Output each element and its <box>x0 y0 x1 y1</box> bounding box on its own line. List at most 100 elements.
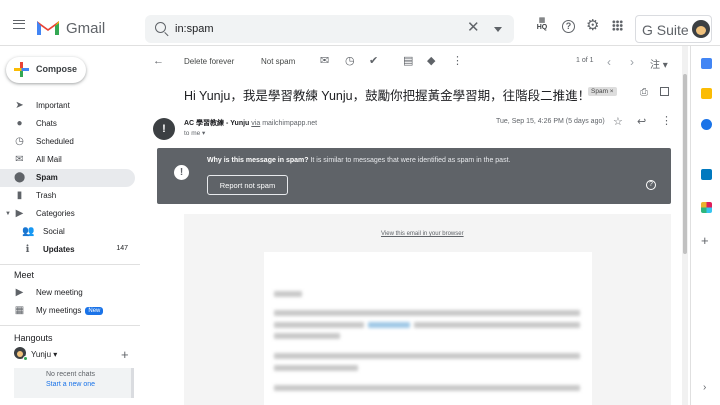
no-chats-text: No recent chats <box>46 371 96 378</box>
sidebar-item-label: Scheduled <box>36 137 74 146</box>
spam-reason: Why is this message in spam? It is simil… <box>207 157 510 164</box>
hangouts-user[interactable]: Yunju ▾ <box>31 350 57 359</box>
help-icon[interactable]: ? <box>562 20 575 33</box>
label-tag-icon[interactable]: ◆ <box>427 56 435 67</box>
avatar[interactable] <box>692 20 710 38</box>
app-name[interactable]: Gmail <box>66 20 105 37</box>
report-not-spam-button[interactable]: Report not spam <box>207 175 288 195</box>
chat-icon: ● <box>16 118 23 129</box>
warning-icon: ! <box>174 165 189 180</box>
video-camera-icon: ▶ <box>15 287 24 298</box>
hangouts-user-name: Yunju <box>31 350 52 359</box>
apps-grid-icon[interactable] <box>612 20 623 31</box>
via-word[interactable]: via <box>251 120 260 127</box>
blurred-text <box>274 365 358 371</box>
via-text: via mailchimpapp.net <box>251 120 317 127</box>
print-icon[interactable]: ⎙ <box>640 87 648 98</box>
help-icon[interactable]: ? <box>646 180 656 190</box>
sidebar-item-updates[interactable]: ℹ Updates 147 <box>0 241 135 259</box>
trash-icon: ▮ <box>16 190 23 201</box>
clear-search-icon[interactable]: ✕ <box>467 19 480 37</box>
calendar-icon[interactable] <box>701 58 712 69</box>
pagination-text: 1 of 1 <box>576 57 594 64</box>
gmail-logo-icon[interactable] <box>36 18 60 36</box>
sidebar-item-label: Updates <box>43 245 75 254</box>
sidebar-item-trash[interactable]: ▮ Trash <box>0 187 135 205</box>
sidebar-divider <box>0 325 140 326</box>
main-scrollbar[interactable] <box>682 46 688 405</box>
scrollbar-thumb[interactable] <box>683 74 687 254</box>
tasks-icon[interactable] <box>701 119 712 130</box>
reply-icon[interactable]: ↩ <box>637 115 646 128</box>
compose-button[interactable]: Compose <box>6 57 86 83</box>
start-new-chat-link[interactable]: Start a new one <box>46 381 95 388</box>
expand-panel-icon[interactable]: › <box>703 382 706 393</box>
move-to-folder-icon[interactable]: ▤ <box>403 56 413 67</box>
get-addons-icon[interactable]: + <box>701 233 709 248</box>
search-icon[interactable] <box>155 22 166 33</box>
online-status-icon <box>23 356 28 361</box>
sidebar-item-label: Trash <box>36 191 57 200</box>
email-content-card <box>264 252 592 405</box>
sidebar-item-all-mail[interactable]: ✉ All Mail <box>0 151 135 169</box>
sidebar-item-label: All Mail <box>36 155 62 164</box>
slack-icon[interactable] <box>701 202 712 213</box>
view-in-browser-link[interactable]: View this email in your browser <box>381 231 464 237</box>
more-options-icon[interactable]: ⋮ <box>661 114 672 127</box>
blurred-link[interactable] <box>368 322 410 328</box>
mark-unread-icon[interactable]: ✉ <box>320 56 329 67</box>
more-actions-icon[interactable]: ⋮ <box>452 56 463 67</box>
unread-count: 147 <box>116 245 128 252</box>
email-date: Tue, Sep 15, 4:26 PM (5 days ago) <box>496 118 605 125</box>
star-icon[interactable]: ☆ <box>613 115 623 128</box>
sidebar-item-spam[interactable]: ⬤ Spam <box>0 169 135 187</box>
sidebar-item-categories[interactable]: ▼ ▶ Categories <box>0 205 135 223</box>
sidebar-item-scheduled[interactable]: ◷ Scheduled <box>0 133 135 151</box>
add-to-tasks-icon[interactable]: ✔ <box>369 56 378 67</box>
older-chevron-icon[interactable]: › <box>630 55 634 69</box>
sidebar-item-label: Categories <box>36 209 75 218</box>
keep-icon[interactable] <box>701 88 712 99</box>
sidebar-item-new-meeting[interactable]: ▶ New meeting <box>0 284 135 302</box>
search-options-icon[interactable] <box>494 27 502 32</box>
email-subject: Hi Yunju，我是學習教練 Yunju，鼓勵你把握黃金學習期，往階段二推進！ <box>184 89 591 103</box>
spam-warning-banner: ! Why is this message in spam? It is sim… <box>157 148 671 204</box>
trello-icon[interactable] <box>701 169 712 180</box>
sidebar-item-chats[interactable]: ● Chats <box>0 115 135 133</box>
label-icon: ▶ <box>15 208 24 219</box>
meet-section-title: Meet <box>14 270 35 280</box>
input-tools-button[interactable]: 注 ▾ <box>650 56 668 71</box>
account-switcher[interactable]: G Suite <box>635 15 712 43</box>
delete-forever-button[interactable]: Delete forever <box>184 57 234 66</box>
newer-chevron-icon[interactable]: ‹ <box>607 55 611 69</box>
new-badge: New <box>85 307 104 315</box>
recipient-details[interactable]: to me ▾ <box>184 129 205 137</box>
sender-name[interactable]: AC 學習教練 - Yunju <box>184 120 249 127</box>
main-menu-icon[interactable] <box>13 20 25 29</box>
sidebar-item-label: Spam <box>36 173 58 182</box>
sidebar-item-my-meetings[interactable]: ▦ My meetings New <box>0 302 135 320</box>
add-chat-icon[interactable]: + <box>121 348 129 361</box>
search-input[interactable] <box>175 21 445 37</box>
my-meetings-label: My meetings <box>36 306 82 315</box>
hq-icon[interactable]: ▦ HQ <box>534 17 550 31</box>
open-new-window-icon[interactable] <box>660 87 669 96</box>
important-icon: ➤ <box>15 100 24 111</box>
blurred-text <box>274 333 340 339</box>
sender-avatar[interactable]: ! <box>153 118 175 140</box>
search-bar[interactable]: ✕ <box>145 15 514 43</box>
spam-icon: ⬤ <box>14 172 26 183</box>
blurred-text <box>274 353 580 359</box>
snooze-clock-icon[interactable]: ◷ <box>345 56 355 67</box>
compose-label: Compose <box>36 64 78 74</box>
settings-gear-icon[interactable]: ⚙ <box>586 18 599 33</box>
chats-list: No recent chats Start a new one <box>14 368 134 398</box>
sidebar-item-social[interactable]: 👥 Social <box>0 223 135 241</box>
spam-label-chip[interactable]: Spam × <box>588 87 617 96</box>
sidebar-item-important[interactable]: ➤ Important <box>0 97 135 115</box>
not-spam-button[interactable]: Not spam <box>261 57 295 66</box>
sidebar-item-label: Important <box>36 101 70 110</box>
expand-arrow-icon[interactable]: ▼ <box>4 209 12 219</box>
people-icon: 👥 <box>22 226 35 237</box>
back-arrow-icon[interactable]: ← <box>153 56 164 67</box>
